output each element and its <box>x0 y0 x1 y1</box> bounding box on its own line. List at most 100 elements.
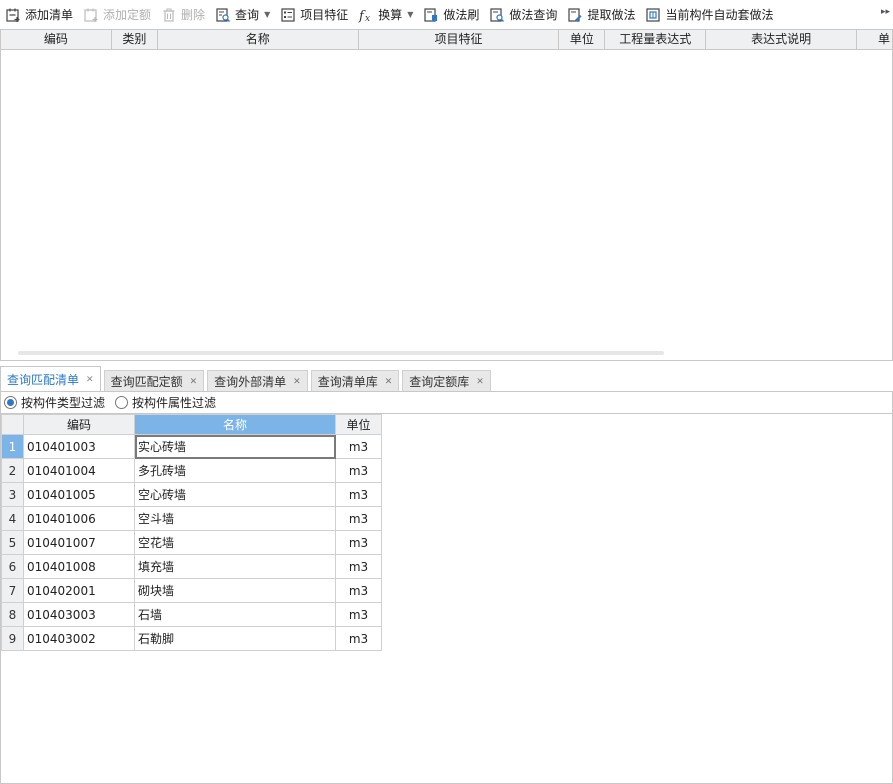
tab-query-match-quota[interactable]: 查询匹配定额 ✕ <box>103 370 205 392</box>
close-icon[interactable]: ✕ <box>476 377 484 387</box>
close-icon[interactable]: ✕ <box>385 377 393 387</box>
toolbar: 添加清单 添加定额 删除 查询 ▼ 项目特征 fx 换算 ▼ 做法刷 做法查询 … <box>0 0 893 29</box>
cell-unit[interactable]: m3 <box>335 626 382 651</box>
close-icon[interactable]: ✕ <box>190 377 198 387</box>
cell-code[interactable]: 010403003 <box>23 602 135 627</box>
cell-code[interactable]: 010401004 <box>23 458 135 483</box>
row-number[interactable]: 3 <box>1 482 24 507</box>
feature-icon <box>280 7 296 23</box>
column-header-name[interactable]: 名称 <box>134 414 336 435</box>
row-number[interactable]: 9 <box>1 626 24 651</box>
table-row[interactable]: 5 010401007 空花墙 m3 <box>1 530 382 555</box>
cell-unit[interactable]: m3 <box>335 578 382 603</box>
row-number[interactable]: 6 <box>1 554 24 579</box>
query-button[interactable]: 查询 ▼ <box>210 4 275 26</box>
match-list-table: 编码 名称 单位 1 010401003 实心砖墙 m3 2 010401004… <box>1 414 382 651</box>
table-row[interactable]: 2 010401004 多孔砖墙 m3 <box>1 458 382 483</box>
cell-name[interactable]: 石勒脚 <box>134 626 336 651</box>
table-row[interactable]: 1 010401003 实心砖墙 m3 <box>1 434 382 459</box>
row-number-header[interactable] <box>1 414 24 435</box>
radio-unselected-icon[interactable] <box>115 396 129 409</box>
column-header-category[interactable]: 类别 <box>112 30 158 49</box>
filter-by-type-label: 按构件类型过滤 <box>21 396 106 410</box>
add-list-button[interactable]: 添加清单 <box>0 4 78 26</box>
method-query-label: 做法查询 <box>509 8 558 22</box>
add-quota-button[interactable]: 添加定额 <box>78 4 156 26</box>
cell-name[interactable]: 空花墙 <box>134 530 336 555</box>
row-number[interactable]: 1 <box>1 434 24 459</box>
cell-name[interactable]: 石墙 <box>134 602 336 627</box>
tab-label: 查询定额库 <box>409 375 470 389</box>
column-header-name[interactable]: 名称 <box>158 30 359 49</box>
extract-method-label: 提取做法 <box>587 8 636 22</box>
column-header-unit[interactable]: 单位 <box>335 414 382 435</box>
table-row[interactable]: 9 010403002 石勒脚 m3 <box>1 626 382 651</box>
cell-unit[interactable]: m3 <box>335 482 382 507</box>
column-header-unit[interactable]: 单位 <box>559 30 606 49</box>
radio-selected-icon[interactable] <box>4 396 17 409</box>
cell-name[interactable]: 多孔砖墙 <box>134 458 336 483</box>
query-dropdown-icon[interactable]: ▼ <box>264 10 270 19</box>
table-row[interactable]: 8 010403003 石墙 m3 <box>1 602 382 627</box>
cell-code[interactable]: 010401006 <box>23 506 135 531</box>
cell-unit[interactable]: m3 <box>335 458 382 483</box>
cell-code[interactable]: 010401008 <box>23 554 135 579</box>
convert-label: 换算 <box>378 8 403 22</box>
cell-code[interactable]: 010401003 <box>23 434 135 459</box>
tab-query-list-library[interactable]: 查询清单库 ✕ <box>310 370 400 392</box>
row-number[interactable]: 4 <box>1 506 24 531</box>
cell-unit[interactable]: m3 <box>335 602 382 627</box>
column-header-extra[interactable]: 单 <box>857 30 892 49</box>
convert-button[interactable]: fx 换算 ▼ <box>353 4 418 26</box>
cell-name[interactable]: 砌块墙 <box>134 578 336 603</box>
cell-unit[interactable]: m3 <box>335 434 382 459</box>
extract-method-button[interactable]: 提取做法 <box>562 4 640 26</box>
cell-name[interactable]: 空心砖墙 <box>134 482 336 507</box>
cell-code[interactable]: 010401005 <box>23 482 135 507</box>
match-list-panel: 按构件类型过滤 按构件属性过滤 编码 名称 单位 1 010401003 实心砖… <box>0 391 893 784</box>
row-number[interactable]: 2 <box>1 458 24 483</box>
column-header-code[interactable]: 编码 <box>1 30 112 49</box>
column-header-expression-note[interactable]: 表达式说明 <box>706 30 858 49</box>
auto-apply-method-button[interactable]: 当前构件自动套做法 <box>640 4 778 26</box>
convert-dropdown-icon[interactable]: ▼ <box>407 10 413 19</box>
cell-name[interactable]: 填充墙 <box>134 554 336 579</box>
table-row[interactable]: 7 010402001 砌块墙 m3 <box>1 578 382 603</box>
filter-by-type-radio[interactable]: 按构件类型过滤 <box>4 394 105 411</box>
method-query-button[interactable]: 做法查询 <box>484 4 562 26</box>
method-grid-header: 编码 类别 名称 项目特征 单位 工程量表达式 表达式说明 单 <box>1 30 892 50</box>
svg-text:x: x <box>365 14 370 23</box>
delete-button[interactable]: 删除 <box>156 4 210 26</box>
close-icon[interactable]: ✕ <box>86 375 94 385</box>
item-feature-button[interactable]: 项目特征 <box>275 4 353 26</box>
tab-query-quota-library[interactable]: 查询定额库 ✕ <box>402 370 491 392</box>
tab-query-match-list[interactable]: 查询匹配清单 ✕ <box>0 366 101 392</box>
cell-unit[interactable]: m3 <box>335 506 382 531</box>
method-brush-button[interactable]: 做法刷 <box>418 4 484 26</box>
cell-unit[interactable]: m3 <box>335 530 382 555</box>
row-number[interactable]: 8 <box>1 602 24 627</box>
table-row[interactable]: 6 010401008 填充墙 m3 <box>1 554 382 579</box>
column-header-code[interactable]: 编码 <box>23 414 135 435</box>
table-row[interactable]: 4 010401006 空斗墙 m3 <box>1 506 382 531</box>
cell-name[interactable]: 空斗墙 <box>134 506 336 531</box>
toolbar-overflow-icon[interactable]: ▸▸ <box>881 7 891 21</box>
cell-code[interactable]: 010402001 <box>23 578 135 603</box>
row-number[interactable]: 7 <box>1 578 24 603</box>
auto-apply-method-label: 当前构件自动套做法 <box>665 8 774 22</box>
tab-label: 查询清单库 <box>317 375 378 389</box>
cell-code[interactable]: 010403002 <box>23 626 135 651</box>
tab-label: 查询外部清单 <box>214 375 287 389</box>
cell-code[interactable]: 010401007 <box>23 530 135 555</box>
row-number[interactable]: 5 <box>1 530 24 555</box>
horizontal-scrollbar[interactable] <box>18 351 664 355</box>
tab-query-external-list[interactable]: 查询外部清单 ✕ <box>207 370 308 392</box>
column-header-expression[interactable]: 工程量表达式 <box>605 30 707 49</box>
column-header-feature[interactable]: 项目特征 <box>359 30 560 49</box>
close-icon[interactable]: ✕ <box>293 377 301 387</box>
table-row[interactable]: 3 010401005 空心砖墙 m3 <box>1 482 382 507</box>
filter-by-attribute-radio[interactable]: 按构件属性过滤 <box>115 394 216 411</box>
cell-name[interactable]: 实心砖墙 <box>134 434 336 459</box>
cell-unit[interactable]: m3 <box>335 554 382 579</box>
extract-icon <box>567 7 583 23</box>
